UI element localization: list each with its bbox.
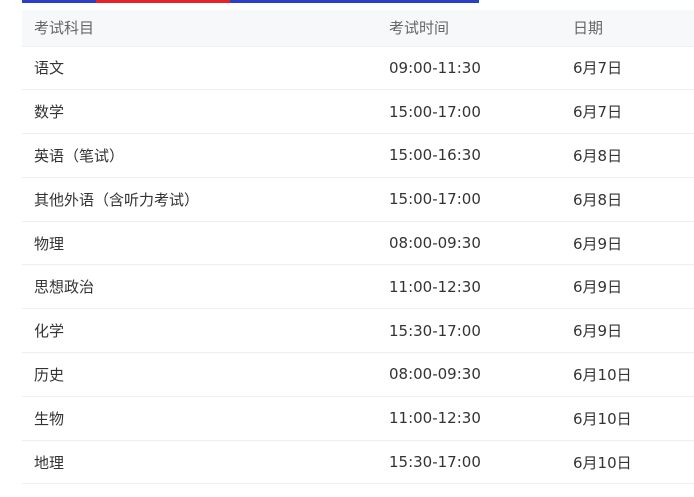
- table-body: 语文 09:00-11:30 6月7日 数学 15:00-17:00 6月7日 …: [22, 46, 694, 485]
- cell-time: 15:00-17:00: [377, 177, 561, 222]
- table-row: 语文 09:00-11:30 6月7日: [22, 46, 694, 91]
- table-row: 数学 15:00-17:00 6月7日: [22, 89, 694, 135]
- table-row: 历史 08:00-09:30 6月10日: [22, 352, 694, 397]
- cell-subject: 英语（笔试）: [22, 133, 377, 178]
- top-accent-strip: [22, 0, 479, 3]
- cell-subject: 数学: [22, 89, 377, 135]
- cell-time: 09:00-11:30: [377, 46, 561, 91]
- cell-subject: 历史: [22, 352, 377, 397]
- cell-subject: 生物: [22, 396, 377, 441]
- cell-date: 6月9日: [561, 264, 694, 310]
- header-subject: 考试科目: [22, 10, 377, 47]
- cell-time: 08:00-09:30: [377, 221, 561, 266]
- table-row: 生物 11:00-12:30 6月10日: [22, 396, 694, 441]
- accent-strip-blue-left: [22, 0, 96, 3]
- exam-schedule-table: 考试科目 考试时间 日期 语文 09:00-11:30 6月7日 数学 15:0…: [22, 10, 694, 485]
- header-row: 考试科目 考试时间 日期: [22, 10, 694, 47]
- cell-date: 6月10日: [561, 352, 694, 397]
- header-date: 日期: [561, 10, 694, 47]
- cell-time: 11:00-12:30: [377, 264, 561, 310]
- cell-subject: 其他外语（含听力考试）: [22, 177, 377, 222]
- cell-time: 15:30-17:00: [377, 440, 561, 485]
- table-row: 化学 15:30-17:00 6月9日: [22, 308, 694, 354]
- cell-date: 6月8日: [561, 133, 694, 178]
- cell-date: 6月9日: [561, 221, 694, 266]
- cell-date: 6月8日: [561, 177, 694, 222]
- cell-time: 15:30-17:00: [377, 308, 561, 354]
- cell-time: 08:00-09:30: [377, 352, 561, 397]
- table-row: 思想政治 11:00-12:30 6月9日: [22, 264, 694, 310]
- accent-strip-blue-right: [230, 0, 479, 3]
- cell-time: 15:00-16:30: [377, 133, 561, 178]
- table-row: 物理 08:00-09:30 6月9日: [22, 221, 694, 266]
- cell-date: 6月10日: [561, 440, 694, 485]
- cell-subject: 地理: [22, 440, 377, 485]
- cell-subject: 物理: [22, 221, 377, 266]
- cell-date: 6月9日: [561, 308, 694, 354]
- table-row: 英语（笔试） 15:00-16:30 6月8日: [22, 133, 694, 178]
- cell-subject: 思想政治: [22, 264, 377, 310]
- cell-date: 6月10日: [561, 396, 694, 441]
- cell-time: 11:00-12:30: [377, 396, 561, 441]
- cell-time: 15:00-17:00: [377, 89, 561, 135]
- table-row: 其他外语（含听力考试） 15:00-17:00 6月8日: [22, 177, 694, 222]
- table-row: 地理 15:30-17:00 6月10日: [22, 440, 694, 485]
- cell-date: 6月7日: [561, 89, 694, 135]
- cell-date: 6月7日: [561, 46, 694, 91]
- cell-subject: 化学: [22, 308, 377, 354]
- header-time: 考试时间: [377, 10, 561, 47]
- table-header: 考试科目 考试时间 日期: [22, 10, 694, 47]
- cell-subject: 语文: [22, 46, 377, 91]
- accent-strip-red: [96, 0, 230, 3]
